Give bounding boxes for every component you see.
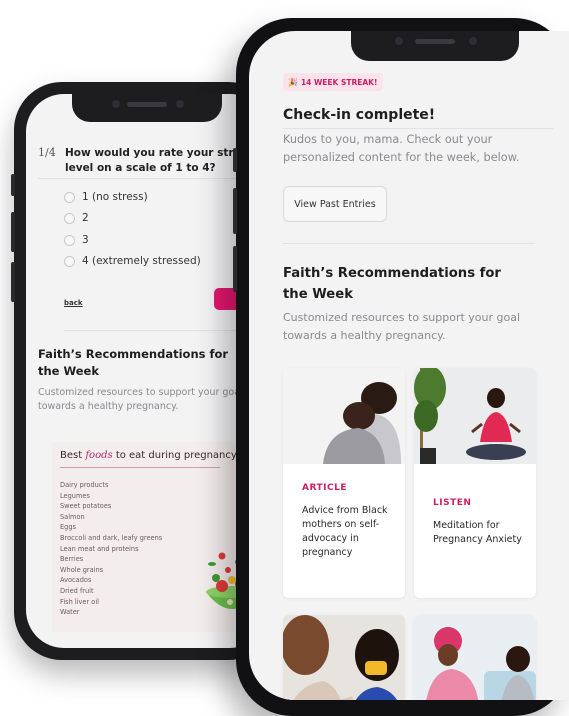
- phone-notch: [351, 31, 520, 61]
- sensor-dot: [176, 100, 184, 108]
- back-link[interactable]: back: [64, 299, 83, 307]
- radio-button[interactable]: [64, 191, 75, 203]
- option-label: 3: [82, 234, 89, 246]
- view-past-entries-button[interactable]: View Past Entries: [283, 186, 387, 222]
- checkin-title: Check-in complete!: [283, 107, 436, 123]
- sensor-dot: [469, 37, 478, 45]
- option-label: 4 (extremely stressed): [82, 255, 201, 267]
- divider: [283, 128, 553, 129]
- recommendations-title: Faith’s Recommendations for the Week: [283, 266, 501, 302]
- camera-lens: [395, 37, 404, 45]
- masked-woman-photo: [283, 615, 405, 700]
- title-prefix: Best: [60, 450, 83, 461]
- photo-card-pregnant-woman[interactable]: [414, 615, 536, 700]
- divider: [38, 178, 268, 179]
- checkin-message: Kudos to you, mama. Check out your perso…: [283, 133, 520, 164]
- mothers-hugging-photo: [283, 368, 405, 464]
- meditation-photo: [414, 368, 536, 464]
- list-item: Avocados: [60, 576, 92, 585]
- streak-badge: 🎉 14 WEEK STREAK!: [283, 73, 384, 91]
- card-tag: LISTEN: [433, 498, 472, 508]
- mute-switch: [11, 174, 15, 196]
- option-label: 2: [82, 212, 89, 224]
- streak-label: 14 WEEK STREAK!: [300, 77, 378, 87]
- front-phone-device: 🎉 14 WEEK STREAK! Check-in complete! Kud…: [233, 18, 569, 716]
- speaker-grille: [415, 39, 456, 44]
- list-item: Eggs: [60, 523, 76, 532]
- card-title: Meditation for Pregnancy Anxiety: [433, 520, 522, 545]
- volume-down-button: [233, 246, 237, 292]
- option-label: 1 (no stress): [82, 191, 148, 203]
- food-card-rule: [60, 467, 220, 468]
- speaker-grille: [127, 102, 167, 107]
- recommendations-subtitle: Customized resources to support your goa…: [38, 387, 243, 412]
- mute-switch: [233, 148, 237, 172]
- list-item: Berries: [60, 555, 84, 564]
- front-phone-screen: 🎉 14 WEEK STREAK! Check-in complete! Kud…: [249, 31, 569, 700]
- stress-option-2[interactable]: 2: [64, 212, 89, 224]
- recommendations-subtitle: Customized resources to support your goa…: [283, 311, 521, 342]
- pregnant-woman-photo: [414, 615, 536, 700]
- volume-up-button: [11, 212, 15, 252]
- list-item: Sweet potatoes: [60, 502, 112, 511]
- volume-up-button: [233, 188, 237, 234]
- list-item: Broccoli and dark, leafy greens: [60, 533, 163, 542]
- stress-option-1[interactable]: 1 (no stress): [64, 191, 148, 203]
- title-suffix: to eat during pregnancy: [115, 450, 237, 461]
- title-emphasis: foods: [85, 450, 113, 461]
- list-item: Whole grains: [60, 565, 104, 574]
- camera-lens: [112, 100, 120, 108]
- list-item: Legumes: [60, 491, 90, 500]
- list-item: Fish liver oil: [60, 597, 99, 606]
- photo-card-masked-woman[interactable]: [283, 615, 405, 700]
- phone-notch: [72, 94, 222, 122]
- divider: [283, 243, 535, 244]
- radio-button[interactable]: [64, 234, 75, 246]
- back-phone-screen: 1/4 How would you rate your stress level…: [26, 94, 268, 648]
- list-item: Dairy products: [60, 481, 109, 489]
- volume-down-button: [11, 262, 15, 302]
- radio-button[interactable]: [64, 212, 75, 224]
- article-card[interactable]: ARTICLE Advice from Black mothers on sel…: [283, 368, 405, 598]
- food-card-title: Best foods to eat during pregnancy: [60, 450, 237, 461]
- list-item: Dried fruit: [60, 586, 94, 595]
- list-item: Water: [60, 608, 80, 617]
- list-item: Lean meat and proteins: [60, 544, 139, 553]
- card-tag: ARTICLE: [302, 483, 347, 493]
- card-title: Advice from Black mothers on self-advoca…: [302, 505, 388, 558]
- radio-button[interactable]: [64, 255, 75, 267]
- listen-card[interactable]: LISTEN Meditation for Pregnancy Anxiety: [414, 368, 536, 598]
- recommendations-title: Faith’s Recommendations for the Week: [38, 347, 229, 378]
- stress-option-4[interactable]: 4 (extremely stressed): [64, 255, 201, 267]
- stress-option-3[interactable]: 3: [64, 234, 89, 246]
- food-list: Dairy products Legumes Sweet potatoes Sa…: [60, 480, 162, 618]
- list-item: Salmon: [60, 512, 85, 521]
- party-popper-icon: 🎉: [288, 77, 298, 87]
- question-counter: 1/4: [38, 146, 56, 159]
